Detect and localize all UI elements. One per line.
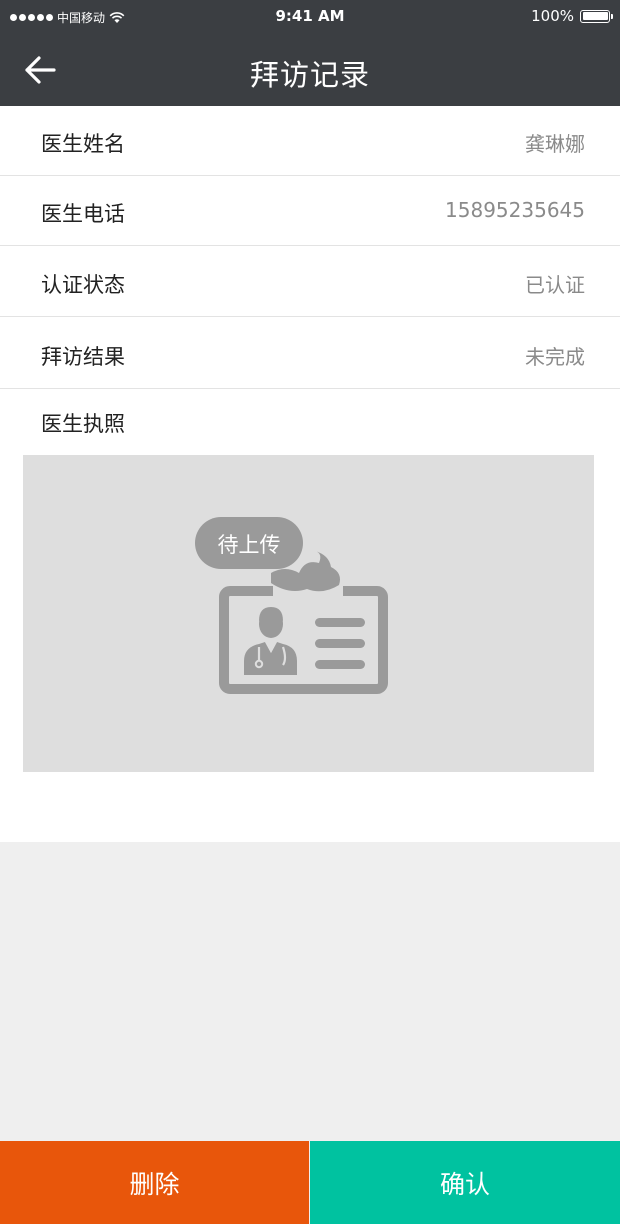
field-row-visit-result: 拜访结果 未完成 bbox=[0, 319, 620, 389]
nav-bar: 拜访记录 bbox=[0, 34, 620, 106]
confirm-button[interactable]: 确认 bbox=[310, 1141, 620, 1224]
upload-pending-badge: 待上传 bbox=[218, 533, 281, 557]
field-row-doctor-phone: 医生电话 15895235645 bbox=[0, 176, 620, 246]
field-label: 医生电话 bbox=[41, 202, 125, 226]
visit-record-form: 医生姓名 龚琳娜 医生电话 15895235645 认证状态 已认证 拜访结果 … bbox=[0, 106, 620, 842]
field-value: 15895235645 bbox=[445, 198, 585, 222]
license-upload-area[interactable]: 待上传 bbox=[23, 455, 594, 772]
field-label: 医生姓名 bbox=[41, 132, 125, 156]
field-row-auth-status: 认证状态 已认证 bbox=[0, 247, 620, 317]
license-label: 医生执照 bbox=[41, 412, 125, 436]
status-bar: 中国移动 9:41 AM 100% bbox=[0, 0, 620, 34]
field-label: 拜访结果 bbox=[41, 345, 125, 369]
field-value: 已认证 bbox=[525, 273, 585, 297]
field-value: 未完成 bbox=[525, 345, 585, 369]
field-row-doctor-name: 医生姓名 龚琳娜 bbox=[0, 106, 620, 176]
field-label: 认证状态 bbox=[41, 273, 125, 297]
doctor-id-card-icon: 待上传 bbox=[195, 517, 388, 694]
page-title: 拜访记录 bbox=[249, 58, 370, 92]
battery-group: 100% bbox=[531, 7, 613, 25]
battery-percent: 100% bbox=[531, 7, 574, 25]
battery-icon bbox=[580, 9, 613, 23]
delete-button[interactable]: 删除 bbox=[0, 1141, 309, 1224]
status-time: 9:41 AM bbox=[275, 7, 345, 25]
field-value: 龚琳娜 bbox=[525, 132, 585, 156]
